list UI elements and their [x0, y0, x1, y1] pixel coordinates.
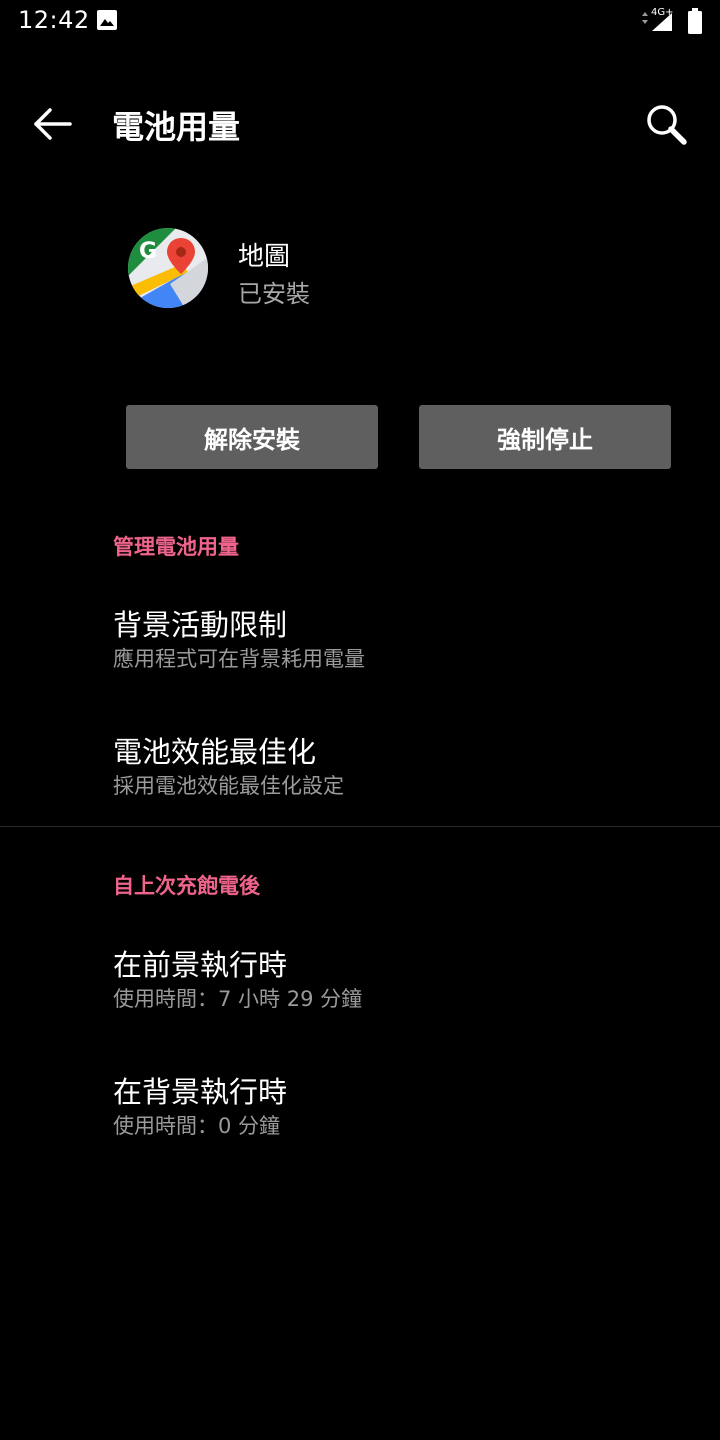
background-usage-item[interactable] [0, 1047, 720, 1167]
svg-text:G: G [139, 239, 157, 264]
battery-icon [688, 8, 702, 34]
battery-optimization-item[interactable] [0, 706, 720, 826]
page-title: 電池用量 [112, 108, 241, 146]
section-divider [0, 826, 720, 827]
background-restriction-summary: 應用程式可在背景耗用電量 [113, 647, 365, 671]
section-header-since-full-charge: 自上次充飽電後 [113, 874, 260, 898]
app-install-status: 已安裝 [238, 280, 310, 308]
battery-optimization-summary: 採用電池效能最佳化設定 [113, 774, 344, 798]
background-usage-summary: 使用時間：0 分鐘 [113, 1114, 281, 1138]
battery-optimization-title: 電池效能最佳化 [113, 735, 317, 769]
image-icon [97, 10, 117, 30]
google-maps-icon: G [128, 228, 208, 308]
background-restriction-title: 背景活動限制 [113, 608, 288, 642]
foreground-usage-summary: 使用時間：7 小時 29 分鐘 [113, 987, 363, 1011]
background-usage-title: 在背景執行時 [113, 1075, 288, 1109]
foreground-usage-item[interactable] [0, 920, 720, 1040]
uninstall-button[interactable]: 解除安裝 [126, 405, 378, 469]
search-icon[interactable] [640, 98, 696, 154]
network-type-label: 4G+ [651, 7, 674, 18]
app-name: 地圖 [238, 242, 291, 272]
force-stop-button[interactable]: 強制停止 [419, 405, 671, 469]
section-header-manage-battery: 管理電池用量 [113, 535, 239, 559]
status-time: 12:42 [18, 6, 90, 34]
back-arrow-icon[interactable] [28, 100, 78, 150]
foreground-usage-title: 在前景執行時 [113, 948, 288, 982]
background-restriction-item[interactable] [0, 580, 720, 700]
